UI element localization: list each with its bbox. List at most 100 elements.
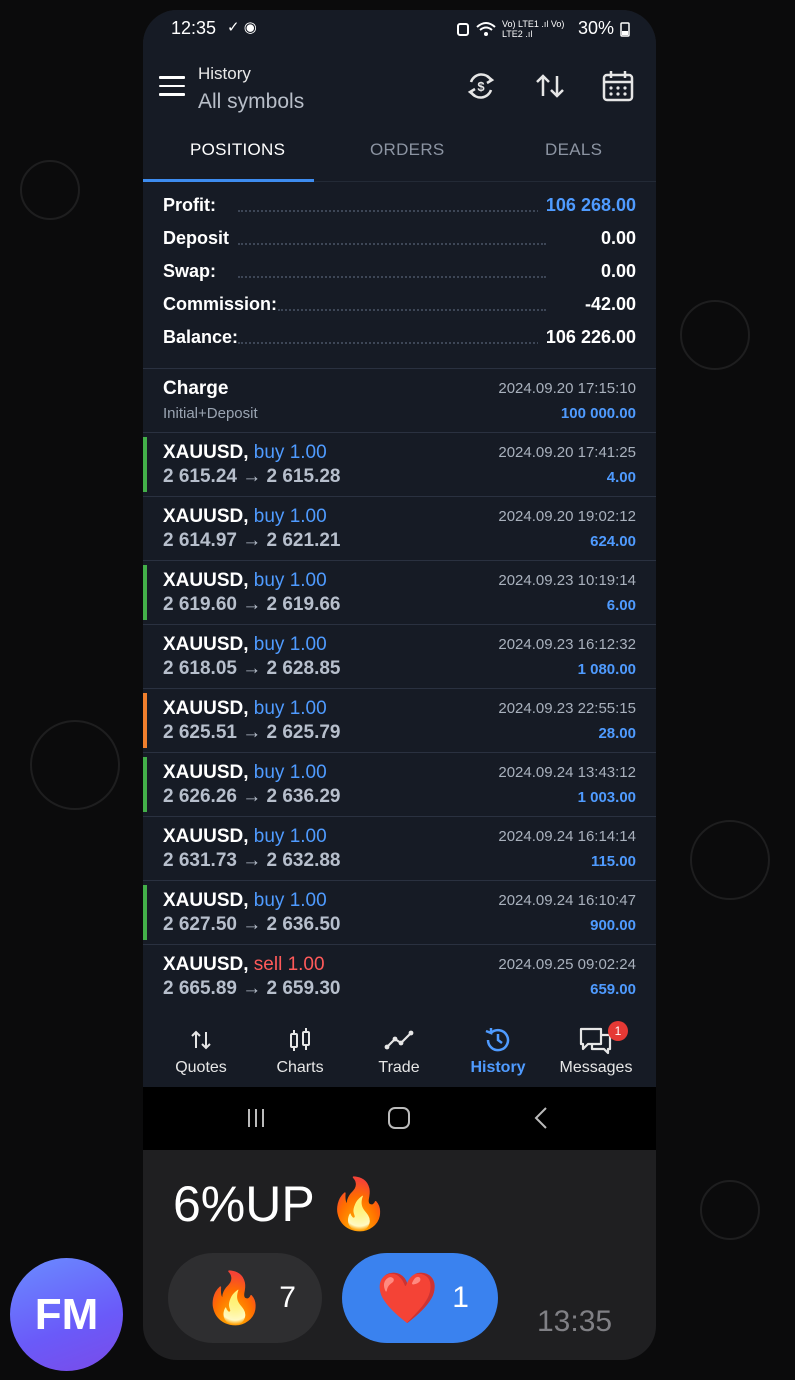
trade-symbol: XAUUSD, buy 1.00 — [163, 890, 327, 912]
summary-label: Commission: — [163, 294, 278, 314]
trade-side: sell 1.00 — [253, 954, 325, 975]
screenshot-phone: 12:35 ✓ ◉ Vo) LTE1 .ıl Vo) LTE2 .ıl 30% … — [143, 10, 656, 1150]
trade-date: 2024.09.20 17:41:25 — [498, 444, 636, 461]
summary-value: 106 268.00 — [537, 195, 636, 216]
status-notification-icons: ✓ ◉ — [227, 19, 257, 36]
trade-pnl: 1 003.00 — [577, 789, 636, 806]
trade-pnl: 900.00 — [590, 917, 636, 934]
background-doodle — [30, 720, 120, 810]
messages-badge: 1 — [608, 1021, 628, 1041]
list-item-charge[interactable]: Charge Initial+Deposit 2024.09.20 17:15:… — [143, 368, 656, 432]
message-time: 13:35 — [537, 1305, 613, 1338]
status-bar-indicator — [143, 437, 147, 492]
system-navigation-bar — [143, 1087, 656, 1150]
tab-orders[interactable]: ORDERS — [370, 140, 445, 160]
trade-pnl: 659.00 — [590, 981, 636, 998]
heart-emoji-icon: ❤️ — [376, 1269, 439, 1326]
symbol-text: XAUUSD, — [163, 890, 249, 911]
avatar[interactable]: FM — [10, 1258, 123, 1371]
trend-line-icon — [384, 1030, 414, 1050]
recent-apps-icon[interactable] — [245, 1107, 267, 1129]
trade-side: buy 1.00 — [253, 698, 327, 719]
trade-prices: 2 619.60 → 2 619.66 — [163, 594, 341, 615]
nav-label: Quotes — [175, 1059, 227, 1076]
symbol-text: XAUUSD, — [163, 506, 249, 527]
trade-date: 2024.09.25 09:02:24 — [498, 956, 636, 973]
currency-exchange-icon[interactable]: $ — [463, 68, 499, 104]
nav-charts[interactable]: Charts — [250, 1025, 350, 1077]
dotted-leader — [238, 342, 546, 344]
battery-percent: 30% — [577, 18, 614, 38]
summary-label: Deposit — [163, 228, 230, 248]
candlestick-icon — [290, 1028, 310, 1051]
battery-icon — [620, 21, 630, 37]
history-clock-icon — [485, 1028, 510, 1052]
tab-deals[interactable]: DEALS — [545, 140, 602, 160]
summary-row-swap: Swap: 0.00 — [143, 261, 656, 294]
menu-icon[interactable] — [159, 76, 185, 96]
sort-icon[interactable] — [532, 68, 568, 104]
summary-value: -42.00 — [576, 294, 636, 315]
list-item[interactable]: XAUUSD, buy 1.00 2 615.24 → 2 615.28 2024.… — [143, 432, 656, 496]
calendar-icon[interactable] — [600, 68, 636, 104]
summary-row-balance: Balance: 106 226.00 — [143, 327, 656, 360]
trade-date: 2024.09.24 13:43:12 — [498, 764, 636, 781]
trade-symbol: XAUUSD, sell 1.00 — [163, 954, 325, 976]
app-header: History All symbols $ — [143, 50, 656, 130]
background-doodle — [20, 160, 80, 220]
nav-trade[interactable]: Trade — [349, 1025, 449, 1077]
dotted-leader — [278, 309, 546, 311]
trade-symbol: XAUUSD, buy 1.00 — [163, 762, 327, 784]
nav-quotes[interactable]: Quotes — [151, 1025, 251, 1077]
trade-prices: 2 627.50 → 2 636.50 — [163, 914, 341, 935]
list-item[interactable]: XAUUSD, buy 1.00 2 631.73 → 2 632.88 2024.… — [143, 816, 656, 880]
account-summary: Profit: 106 268.00 Deposit 0.00 Swap: 0.… — [143, 195, 656, 360]
reaction-count: 1 — [452, 1281, 469, 1314]
symbol-text: XAUUSD, — [163, 826, 249, 847]
dotted-leader — [238, 210, 546, 212]
list-item[interactable]: XAUUSD, sell 1.00 2 665.89 → 2 659.30 2024… — [143, 944, 656, 1008]
list-item[interactable]: XAUUSD, buy 1.00 2 625.51 → 2 625.79 2024.… — [143, 688, 656, 752]
charge-subtitle: Initial+Deposit — [163, 405, 258, 422]
back-icon[interactable] — [533, 1106, 549, 1130]
list-item[interactable]: XAUUSD, buy 1.00 2 618.05 → 2 628.85 2024.… — [143, 624, 656, 688]
trade-side: buy 1.00 — [253, 570, 327, 591]
summary-value: 0.00 — [592, 228, 636, 249]
reaction-heart[interactable]: ❤️ 1 — [342, 1253, 498, 1343]
trade-side: buy 1.00 — [253, 634, 327, 655]
summary-value: 106 226.00 — [537, 327, 636, 348]
svg-text:$: $ — [477, 79, 485, 94]
status-bar: 12:35 ✓ ◉ Vo) LTE1 .ıl Vo) LTE2 .ıl 30% — [143, 10, 656, 48]
status-bar-indicator — [143, 885, 147, 940]
trade-side: buy 1.00 — [253, 442, 327, 463]
list-item[interactable]: XAUUSD, buy 1.00 2 619.60 → 2 619.66 2024.… — [143, 560, 656, 624]
symbol-filter[interactable]: All symbols — [198, 90, 304, 114]
summary-value: 0.00 — [592, 261, 636, 282]
nav-label: Trade — [378, 1059, 420, 1076]
trade-pnl: 624.00 — [590, 533, 636, 550]
trade-prices: 2 618.05 → 2 628.85 — [163, 658, 341, 679]
trade-symbol: XAUUSD, buy 1.00 — [163, 570, 327, 592]
wifi-icon — [476, 21, 496, 36]
list-item[interactable]: XAUUSD, buy 1.00 2 626.26 → 2 636.29 2024.… — [143, 752, 656, 816]
trade-prices: 2 665.89 → 2 659.30 — [163, 978, 341, 999]
trade-date: 2024.09.24 16:14:14 — [498, 828, 636, 845]
history-tabs: POSITIONS ORDERS DEALS — [143, 130, 656, 182]
nav-label: Charts — [276, 1059, 324, 1076]
trade-prices: 2 625.51 → 2 625.79 — [163, 722, 341, 743]
summary-row-profit: Profit: 106 268.00 — [143, 195, 656, 228]
trade-prices: 2 631.73 → 2 632.88 — [163, 850, 341, 871]
trade-date: 2024.09.23 22:55:15 — [498, 700, 636, 717]
list-item[interactable]: XAUUSD, buy 1.00 2 614.97 → 2 621.21 2024.… — [143, 496, 656, 560]
nav-history[interactable]: History — [448, 1025, 548, 1077]
nav-messages[interactable]: 1 Messages — [546, 1021, 646, 1077]
symbol-text: XAUUSD, — [163, 634, 249, 655]
status-bar-indicator — [143, 501, 147, 556]
background-doodle — [700, 1180, 760, 1240]
reaction-fire[interactable]: 🔥 7 — [168, 1253, 322, 1343]
home-icon[interactable] — [387, 1106, 411, 1130]
charge-amount: 100 000.00 — [560, 405, 636, 422]
trade-side: buy 1.00 — [253, 890, 327, 911]
tab-positions[interactable]: POSITIONS — [190, 140, 285, 160]
list-item[interactable]: XAUUSD, buy 1.00 2 627.50 → 2 636.50 2024.… — [143, 880, 656, 944]
